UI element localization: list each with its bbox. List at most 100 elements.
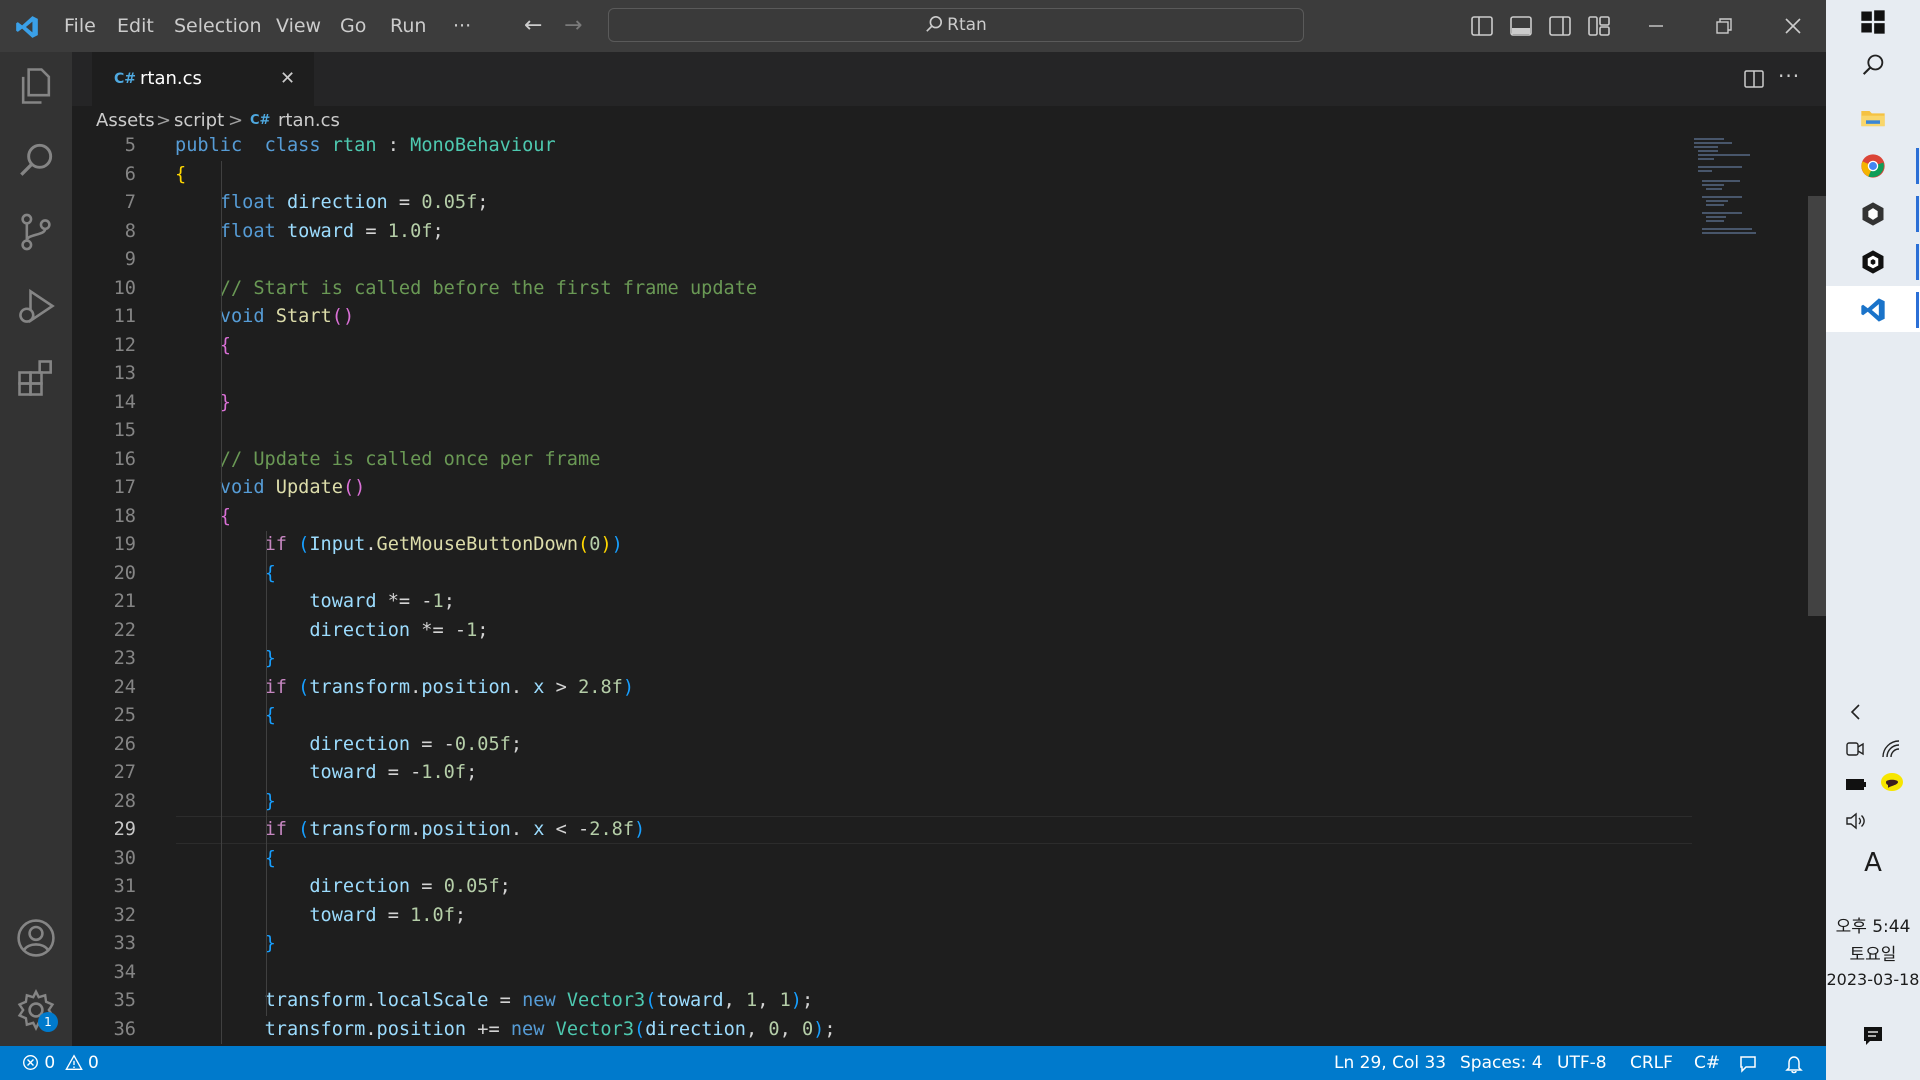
code-line[interactable]: 13 <box>72 360 1692 389</box>
minimap[interactable] <box>1690 136 1806 1046</box>
end-of-line[interactable]: CRLF <box>1630 1046 1673 1080</box>
code-line[interactable]: 34 <box>72 959 1692 988</box>
code-line[interactable]: 33 } <box>72 930 1692 959</box>
line-number: 27 <box>113 762 136 783</box>
command-center-search[interactable]: Rtan <box>608 8 1304 42</box>
code-line[interactable]: 9 <box>72 246 1692 275</box>
search-view-icon[interactable] <box>14 138 58 182</box>
code-line[interactable]: 18 { <box>72 503 1692 532</box>
breadcrumb-file[interactable]: rtan.cs <box>278 106 340 136</box>
more-actions-icon[interactable]: ··· <box>1778 64 1800 88</box>
wifi-icon[interactable] <box>1880 738 1902 760</box>
feedback-icon[interactable] <box>1738 1054 1758 1074</box>
notification-center-icon[interactable] <box>1861 1024 1885 1048</box>
problems-indicator[interactable]: 0 0 <box>22 1046 99 1080</box>
line-code: { <box>175 163 187 185</box>
breadcrumb-assets[interactable]: Assets <box>96 106 155 136</box>
windows-start-icon[interactable] <box>1859 8 1887 36</box>
code-line[interactable]: 7 float direction = 0.05f; <box>72 189 1692 218</box>
code-line[interactable]: 20 { <box>72 560 1692 589</box>
code-line[interactable]: 21 toward *= -1; <box>72 588 1692 617</box>
code-line[interactable]: 6{ <box>72 161 1692 190</box>
code-line[interactable]: 17 void Update() <box>72 474 1692 503</box>
minimize-icon[interactable] <box>1644 14 1668 38</box>
cursor-position[interactable]: Ln 29, Col 33 <box>1334 1046 1446 1080</box>
code-line[interactable]: 36 transform.position += new Vector3(dir… <box>72 1016 1692 1045</box>
menu-more[interactable]: ··· <box>453 0 471 52</box>
file-explorer-icon[interactable] <box>1859 104 1887 132</box>
code-line[interactable]: 23 } <box>72 645 1692 674</box>
vscode-taskbar-icon[interactable] <box>1859 296 1887 324</box>
settings-update-badge: 1 <box>38 1012 58 1032</box>
code-line[interactable]: 31 direction = 0.05f; <box>72 873 1692 902</box>
accounts-icon[interactable] <box>14 916 58 960</box>
scrollbar-thumb[interactable] <box>1808 196 1826 616</box>
code-line[interactable]: 11 void Start() <box>72 303 1692 332</box>
notifications-bell-icon[interactable] <box>1784 1054 1804 1074</box>
code-line[interactable]: 30 { <box>72 845 1692 874</box>
indentation[interactable]: Spaces: 4 <box>1460 1046 1543 1080</box>
code-line[interactable]: 26 direction = -0.05f; <box>72 731 1692 760</box>
menu-view[interactable]: View <box>276 0 321 52</box>
code-line[interactable]: 25 { <box>72 702 1692 731</box>
code-line[interactable]: 32 toward = 1.0f; <box>72 902 1692 931</box>
back-arrow-icon[interactable]: ← <box>524 10 542 42</box>
code-line[interactable]: 5 public class rtan : MonoBehaviour <box>72 136 1692 161</box>
code-line[interactable]: 10 // Start is called before the first f… <box>72 275 1692 304</box>
toggle-panel-icon[interactable] <box>1509 14 1533 38</box>
menu-file[interactable]: File <box>64 0 96 52</box>
show-hidden-icons-chevron-icon[interactable] <box>1846 702 1866 722</box>
restore-icon[interactable] <box>1712 14 1736 38</box>
menu-edit[interactable]: Edit <box>117 0 154 52</box>
language-mode[interactable]: C# <box>1694 1046 1720 1080</box>
input-method-indicator[interactable]: A <box>1826 848 1920 878</box>
line-code: toward = 1.0f; <box>309 904 467 926</box>
code-line[interactable]: 14 } <box>72 389 1692 418</box>
forward-arrow-icon[interactable]: → <box>564 10 582 42</box>
toggle-secondary-sidebar-icon[interactable] <box>1548 14 1572 38</box>
status-bar: 0 0 Ln 29, Col 33 Spaces: 4 UTF-8 CRLF C… <box>0 1046 1826 1080</box>
encoding[interactable]: UTF-8 <box>1557 1046 1607 1080</box>
tab-rtan-cs[interactable]: C# rtan.cs ✕ <box>92 52 314 106</box>
explorer-icon[interactable] <box>14 64 58 108</box>
breadcrumb-script[interactable]: script <box>174 106 224 136</box>
code-line[interactable]: 29 if (transform.position. x < -2.8f) <box>72 816 1692 845</box>
unity-hub-icon[interactable] <box>1859 200 1887 228</box>
code-line[interactable]: 27 toward = -1.0f; <box>72 759 1692 788</box>
chrome-icon[interactable] <box>1859 152 1887 180</box>
taskbar-search-icon[interactable] <box>1859 52 1887 80</box>
line-code: { <box>264 847 276 869</box>
code-line[interactable]: 12 { <box>72 332 1692 361</box>
code-line[interactable]: 16 // Update is called once per frame <box>72 446 1692 475</box>
clock-day[interactable]: 토요일 <box>1826 940 1920 965</box>
close-window-icon[interactable] <box>1781 14 1805 38</box>
split-editor-icon[interactable] <box>1742 67 1766 91</box>
meet-now-icon[interactable] <box>1844 738 1866 760</box>
code-line[interactable]: 19 if (Input.GetMouseButtonDown(0)) <box>72 531 1692 560</box>
code-editor[interactable]: 5 public class rtan : MonoBehaviour 6{7 fl… <box>72 136 1826 1046</box>
code-line[interactable]: 22 direction *= -1; <box>72 617 1692 646</box>
unity-editor-icon[interactable] <box>1859 248 1887 276</box>
menu-selection[interactable]: Selection <box>174 0 262 52</box>
code-line[interactable]: 8 float toward = 1.0f; <box>72 218 1692 247</box>
source-control-icon[interactable] <box>14 210 58 254</box>
code-line[interactable]: 28 } <box>72 788 1692 817</box>
menu-go[interactable]: Go <box>340 0 366 52</box>
kakaotalk-icon[interactable] <box>1880 772 1904 794</box>
customize-layout-icon[interactable] <box>1587 14 1611 38</box>
code-line[interactable]: 24 if (transform.position. x > 2.8f) <box>72 674 1692 703</box>
code-line[interactable]: 15 <box>72 417 1692 446</box>
line-code: direction = -0.05f; <box>309 733 523 755</box>
menu-run[interactable]: Run <box>390 0 426 52</box>
code-line[interactable]: 35 transform.localScale = new Vector3(to… <box>72 987 1692 1016</box>
volume-icon[interactable] <box>1844 810 1868 832</box>
battery-icon[interactable] <box>1844 774 1868 794</box>
vscode-active-indicator <box>1916 292 1919 328</box>
clock-time[interactable]: 오후 5:44 <box>1826 912 1920 937</box>
extensions-icon[interactable] <box>14 356 58 400</box>
toggle-primary-sidebar-icon[interactable] <box>1470 14 1494 38</box>
line-code: { <box>264 705 276 726</box>
run-debug-icon[interactable] <box>14 284 58 328</box>
close-tab-icon[interactable]: ✕ <box>280 52 295 106</box>
clock-date[interactable]: 2023-03-18 <box>1826 970 1920 989</box>
